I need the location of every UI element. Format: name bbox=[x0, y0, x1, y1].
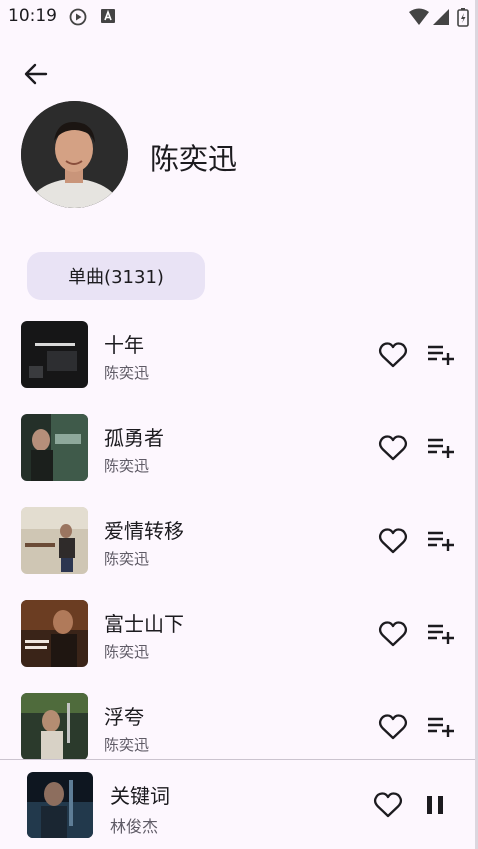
album-cover bbox=[21, 693, 88, 759]
play-circle-icon bbox=[69, 8, 87, 26]
add-to-playlist-icon[interactable] bbox=[427, 344, 455, 366]
battery-icon bbox=[457, 8, 469, 27]
pause-icon[interactable] bbox=[426, 795, 444, 815]
song-artist: 陈奕迅 bbox=[104, 457, 150, 475]
song-row[interactable]: 富士山下 陈奕迅 bbox=[0, 600, 478, 693]
player-song-title: 关键词 bbox=[110, 784, 170, 808]
wifi-icon bbox=[409, 8, 429, 25]
a-badge-icon bbox=[101, 9, 115, 23]
status-bar: 10:19 bbox=[0, 0, 478, 32]
song-title: 十年 bbox=[104, 333, 144, 357]
song-row[interactable]: 爱情转移 陈奕迅 bbox=[0, 507, 478, 600]
album-cover bbox=[21, 507, 88, 574]
artist-avatar bbox=[21, 101, 128, 208]
artist-name: 陈奕迅 bbox=[150, 142, 238, 176]
favorite-heart-icon[interactable] bbox=[378, 527, 408, 555]
add-to-playlist-icon[interactable] bbox=[427, 437, 455, 459]
album-cover bbox=[21, 600, 88, 667]
favorite-heart-icon[interactable] bbox=[378, 620, 408, 648]
add-to-playlist-icon[interactable] bbox=[427, 530, 455, 552]
album-cover bbox=[21, 321, 88, 388]
add-to-playlist-icon[interactable] bbox=[427, 623, 455, 645]
player-favorite-heart-icon[interactable] bbox=[373, 791, 403, 819]
song-row[interactable]: 浮夸 陈奕迅 bbox=[0, 693, 478, 759]
song-title: 富士山下 bbox=[104, 612, 184, 636]
mini-player[interactable]: 关键词 林俊杰 bbox=[0, 760, 478, 849]
add-to-playlist-icon[interactable] bbox=[427, 716, 455, 738]
song-row[interactable]: 孤勇者 陈奕迅 bbox=[0, 414, 478, 507]
song-artist: 陈奕迅 bbox=[104, 643, 150, 661]
album-cover bbox=[21, 414, 88, 481]
song-title: 浮夸 bbox=[104, 705, 144, 729]
favorite-heart-icon[interactable] bbox=[378, 713, 408, 741]
back-arrow-icon[interactable] bbox=[22, 60, 50, 88]
song-title: 孤勇者 bbox=[104, 426, 164, 450]
song-artist: 陈奕迅 bbox=[104, 364, 150, 382]
signal-icon bbox=[433, 9, 449, 25]
song-artist: 陈奕迅 bbox=[104, 550, 150, 568]
song-row[interactable]: 十年 陈奕迅 bbox=[0, 321, 478, 414]
player-album-cover bbox=[27, 772, 93, 838]
favorite-heart-icon[interactable] bbox=[378, 434, 408, 462]
songs-count-chip[interactable]: 单曲(3131) bbox=[27, 252, 205, 300]
song-title: 爱情转移 bbox=[104, 519, 184, 543]
player-song-artist: 林俊杰 bbox=[110, 817, 159, 836]
favorite-heart-icon[interactable] bbox=[378, 341, 408, 369]
status-time: 10:19 bbox=[8, 6, 57, 26]
song-artist: 陈奕迅 bbox=[104, 736, 150, 754]
